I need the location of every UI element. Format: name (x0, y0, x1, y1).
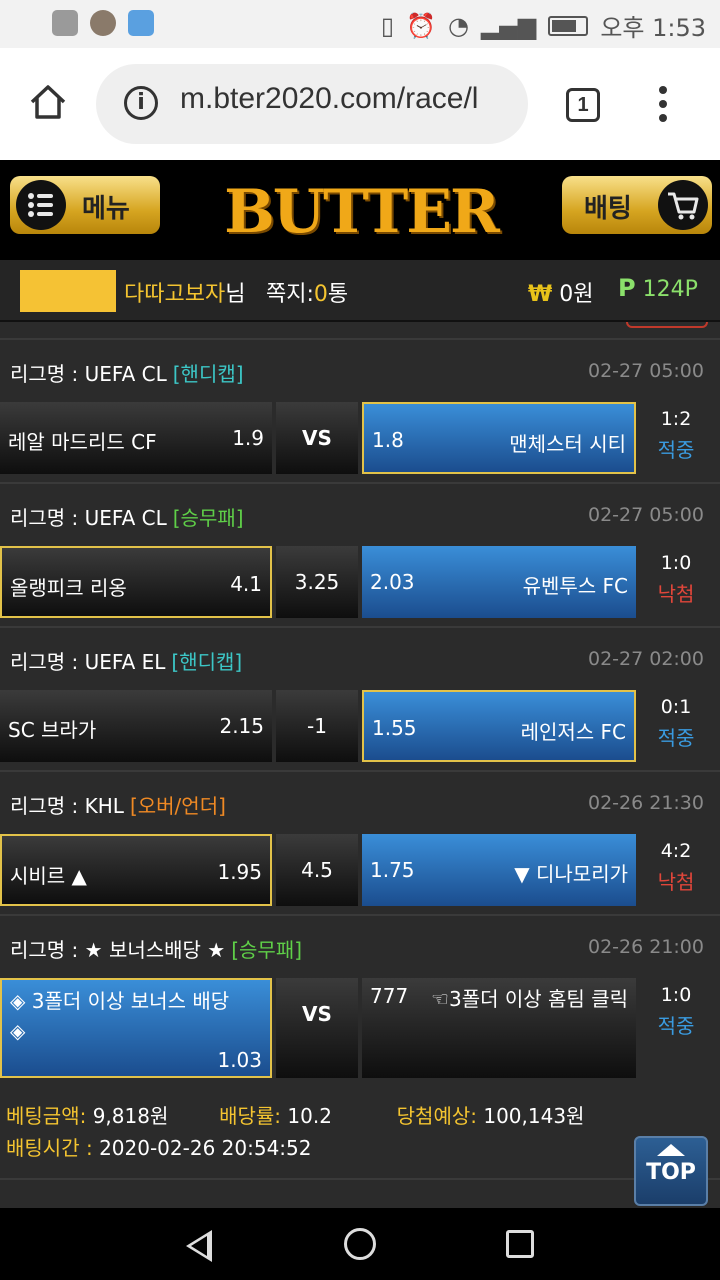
result: 1:0 적중 (657, 984, 695, 1038)
wifi-app-icon (128, 10, 154, 36)
url-text[interactable]: m.bter2020.com/race/l (180, 82, 510, 116)
bet-type: [핸디캡] (171, 650, 243, 674)
bet-time: 2020-02-26 20:54:52 (99, 1136, 312, 1160)
divider (0, 1178, 720, 1180)
result: 0:1 적중 (657, 696, 695, 750)
list-icon (16, 180, 66, 230)
bet-history-list: 리그명 : UEFA CL [핸디캡] 02-27 05:00 레알 마드리드 C… (0, 322, 720, 1208)
info-icon[interactable]: i (124, 86, 158, 120)
battery-icon (548, 15, 589, 36)
more-menu-icon[interactable] (656, 86, 670, 126)
menu-label: 메뉴 (82, 194, 130, 224)
bet-type: [승무패] (231, 938, 303, 962)
recents-icon[interactable] (506, 1230, 534, 1258)
cart-icon (658, 180, 708, 230)
tab-switcher-button[interactable]: 1 (566, 88, 600, 122)
league-header: 리그명 : ★ 보너스배당 ★ [승무패] 02-26 21:00 (0, 914, 720, 974)
match-datetime: 02-27 02:00 (587, 648, 704, 670)
league-name: 리그명 : KHL (10, 794, 124, 818)
bet-button[interactable]: 배팅 (562, 176, 712, 234)
expected-win: 100,143원 (483, 1104, 585, 1128)
match-row: ◈ 3폴더 이상 보너스 배당 ◈ 1.03 VS 777 ☜3폴더 이상 홈팀 클… (0, 978, 720, 1078)
home-team-cell[interactable]: 올랭피크 리옹 4.1 (0, 546, 272, 618)
bet-type: [핸디캡] (172, 362, 244, 386)
balance: ₩ 0원 (528, 282, 594, 307)
league-name: 리그명 : UEFA CL (10, 362, 167, 386)
gallery-notification-icon (52, 10, 78, 36)
away-team-cell[interactable]: 1.8 맨체스터 시티 (362, 402, 636, 474)
league-name: 리그명 : ★ 보너스배당 ★ (10, 938, 226, 962)
draw-cell: VS (276, 402, 358, 474)
match-row: 올랭피크 리옹 4.1 3.25 2.03 유벤투스 FC 1:0 낙첨 (0, 546, 720, 618)
contact-avatar-icon (90, 10, 116, 36)
system-navigation-bar (0, 1208, 720, 1280)
league-name: 리그명 : UEFA CL (10, 506, 167, 530)
match-datetime: 02-27 05:00 (587, 504, 704, 526)
status-bar: ▯ ⏰ ◔ ▂▄▆ 오후 1:53 (0, 0, 720, 48)
home-circle-icon[interactable] (344, 1228, 376, 1260)
scroll-top-button[interactable]: TOP (634, 1136, 708, 1206)
match-datetime: 02-26 21:30 (587, 792, 704, 814)
match-row: 시비르 ▲ 1.95 4.5 1.75 ▼ 디나모리가 4:2 낙첨 (0, 834, 720, 906)
won-icon: ₩ (528, 282, 553, 307)
league-header: 리그명 : UEFA CL [승무패] 02-27 05:00 (0, 482, 720, 542)
league-header: 리그명 : UEFA CL [핸디캡] 02-27 05:00 (0, 338, 720, 398)
match-datetime: 02-27 05:00 (587, 360, 704, 382)
browser-toolbar: i m.bter2020.com/race/l 1 (0, 48, 720, 160)
total-line-cell: 4.5 (276, 834, 358, 906)
points-icon: P (618, 274, 636, 302)
chevron-up-icon (657, 1144, 685, 1156)
away-team-cell[interactable]: 2.03 유벤투스 FC (362, 546, 636, 618)
wifi-icon: ◔ (447, 11, 469, 40)
league-name: 리그명 : UEFA EL (10, 650, 166, 674)
user-info-bar: 다따고보자님 쪽지:0통 ₩ 0원 P 124P (0, 260, 720, 322)
away-team-cell[interactable]: 1.55 레인저스 FC (362, 690, 636, 762)
result: 1:2 적중 (657, 408, 695, 462)
bet-type: [승무패] (172, 506, 244, 530)
away-team-cell[interactable]: 777 ☜3폴더 이상 홈팀 클릭 (362, 978, 636, 1078)
user-nickname: 다따고보자님 (124, 282, 246, 307)
home-icon[interactable] (28, 82, 68, 122)
bet-summary-line1: 베팅금액: 9,818원 배당률: 10.2 당첨예상: 100,143원 (6, 1104, 585, 1128)
draw-cell: VS (276, 978, 358, 1078)
back-icon[interactable] (186, 1230, 212, 1262)
site-logo[interactable]: BUTTER (220, 180, 502, 244)
match-row: SC 브라가 2.15 -1 1.55 레인저스 FC 0:1 적중 (0, 690, 720, 762)
result: 4:2 낙첨 (657, 840, 695, 894)
away-team-cell[interactable]: 1.75 ▼ 디나모리가 (362, 834, 636, 906)
home-team-cell[interactable]: 레알 마드리드 CF 1.9 (0, 402, 272, 474)
message-counter[interactable]: 쪽지:0통 (266, 276, 348, 308)
vibrate-icon: ▯ (380, 11, 395, 40)
draw-cell[interactable]: 3.25 (276, 546, 358, 618)
alarm-icon: ⏰ (406, 11, 436, 40)
home-team-cell[interactable]: SC 브라가 2.15 (0, 690, 272, 762)
handicap-cell: -1 (276, 690, 358, 762)
url-bar[interactable]: i m.bter2020.com/race/l (96, 64, 528, 144)
signal-icon: ▂▄▆ (480, 11, 537, 40)
result: 1:0 낙첨 (657, 552, 695, 606)
league-header: 리그명 : UEFA EL [핸디캡] 02-27 02:00 (0, 626, 720, 686)
league-header: 리그명 : KHL [오버/언더] 02-26 21:30 (0, 770, 720, 830)
site-header: 메뉴 BUTTER 배팅 (0, 160, 720, 260)
bet-summary-line2: 배팅시간 : 2020-02-26 20:54:52 (6, 1136, 312, 1160)
points: P 124P (618, 274, 698, 302)
bet-label: 배팅 (584, 194, 632, 224)
bet-type: [오버/언더] (129, 794, 226, 818)
home-team-cell[interactable]: ◈ 3폴더 이상 보너스 배당 ◈ 1.03 (0, 978, 272, 1078)
match-row: 레알 마드리드 CF 1.9 VS 1.8 맨체스터 시티 1:2 적중 (0, 402, 720, 474)
menu-button[interactable]: 메뉴 (10, 176, 160, 234)
cancel-tab[interactable] (626, 322, 708, 328)
odds-total: 10.2 (287, 1104, 332, 1128)
match-datetime: 02-26 21:00 (587, 936, 704, 958)
level-badge (20, 270, 116, 312)
bet-amount: 9,818원 (92, 1104, 169, 1128)
home-team-cell[interactable]: 시비르 ▲ 1.95 (0, 834, 272, 906)
status-time: 오후 1:53 (600, 14, 706, 42)
